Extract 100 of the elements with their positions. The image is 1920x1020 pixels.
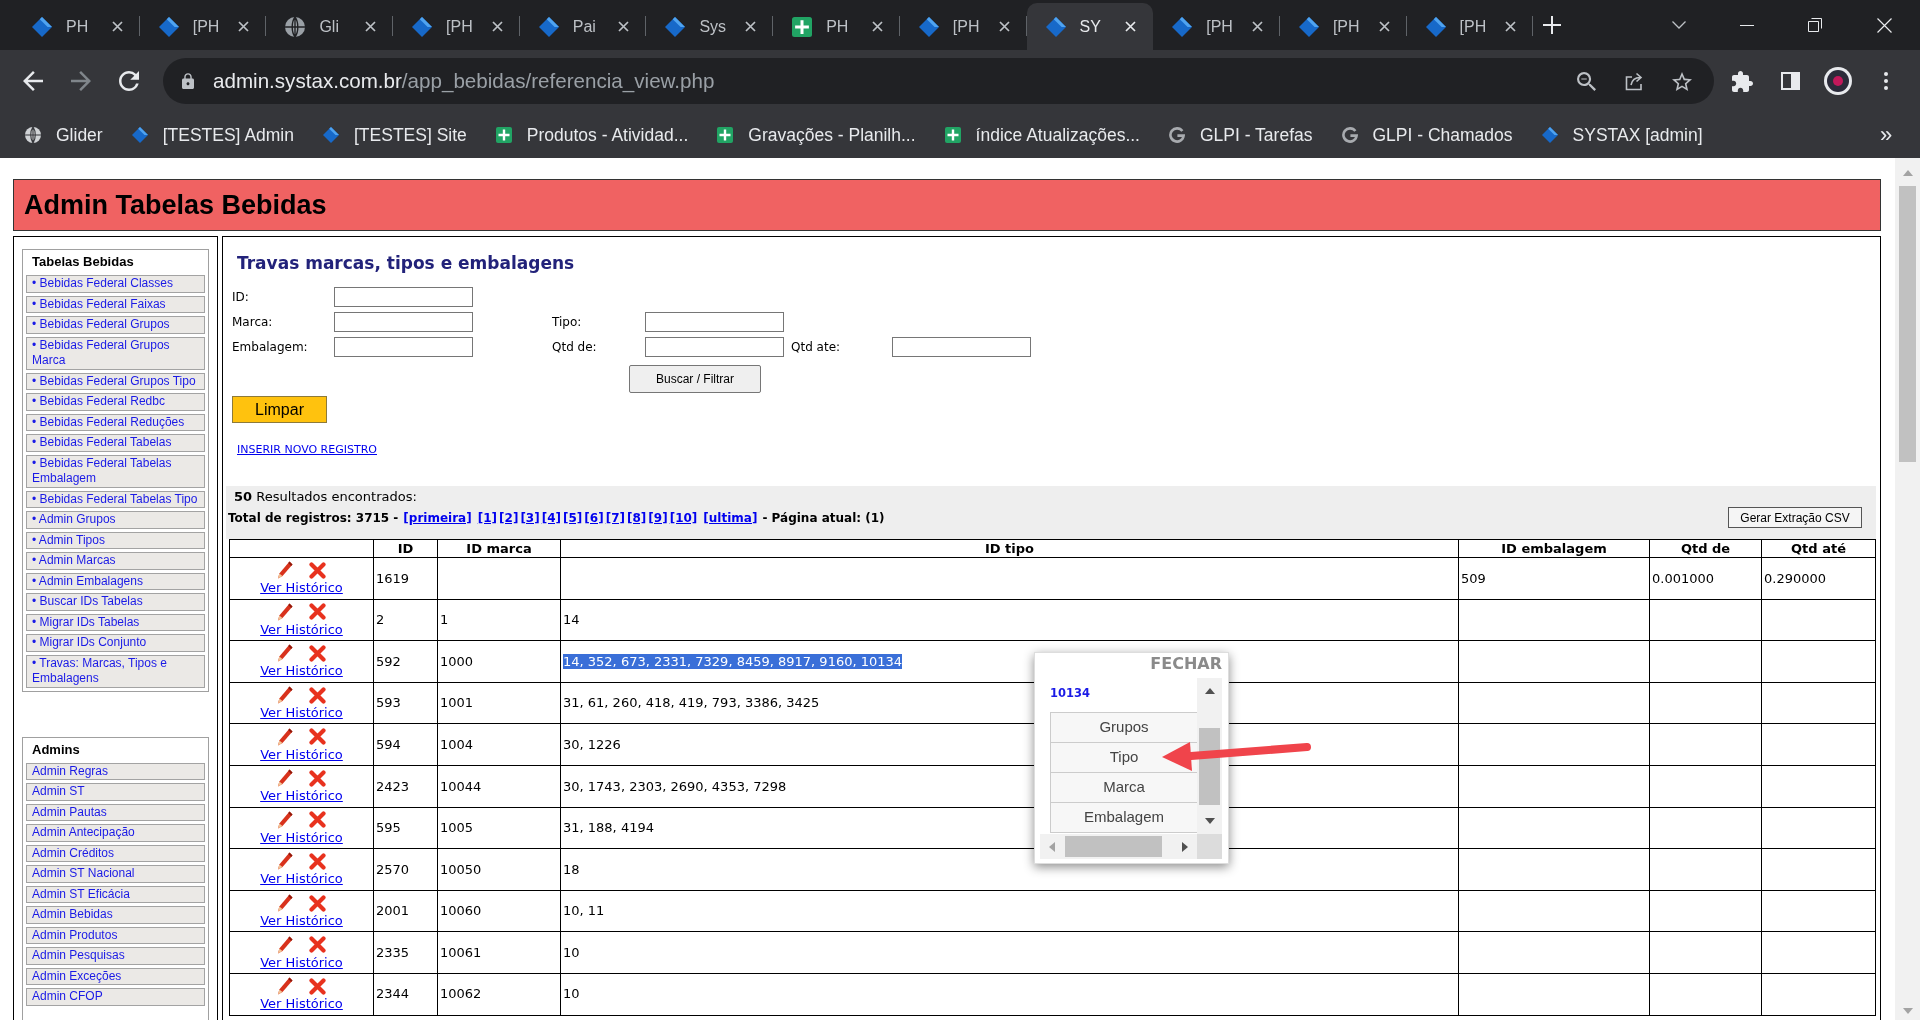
menu-link[interactable]: Admin CFOP — [26, 988, 205, 1006]
x-icon[interactable] — [309, 645, 326, 662]
up-arrow-icon[interactable] — [1204, 688, 1215, 694]
x-icon[interactable] — [309, 811, 326, 829]
page-link[interactable]: [8] — [626, 509, 648, 526]
option-item[interactable]: Marca — [1051, 773, 1197, 803]
browser-tab[interactable]: PH — [773, 3, 900, 50]
menu-link[interactable]: • Bebidas Federal Grupos Tipo — [26, 372, 205, 390]
menu-link[interactable]: Admin ST Nacional — [26, 865, 205, 883]
input-field[interactable] — [334, 312, 473, 332]
puzzle-piece-icon[interactable] — [1731, 70, 1753, 92]
x-icon[interactable] — [309, 728, 326, 746]
x-icon[interactable] — [309, 894, 326, 912]
bookmark[interactable]: GLPI - Chamados — [1341, 125, 1513, 145]
page-link[interactable]: [4] — [540, 509, 563, 526]
close-icon[interactable] — [618, 21, 630, 32]
share-icon[interactable] — [1624, 71, 1644, 91]
insert-record-link[interactable]: INSERIR NOVO REGISTRO — [237, 443, 377, 457]
page-link[interactable]: [5] — [562, 509, 584, 526]
browser-tab[interactable]: Gli — [266, 3, 394, 50]
x-icon[interactable] — [309, 686, 326, 704]
forward-arrow-icon[interactable] — [71, 71, 91, 91]
popup-scrollbar[interactable] — [1040, 834, 1197, 859]
right-arrow-icon[interactable] — [1182, 841, 1188, 852]
menu-link[interactable]: • Bebidas Federal Redbc — [26, 393, 205, 411]
menu-link[interactable]: • Bebidas Federal Tabelas Embalagem — [26, 454, 205, 488]
scrollbar-thumb[interactable] — [1065, 836, 1162, 857]
bookmark[interactable]: SYSTAX [admin] — [1541, 125, 1703, 145]
menu-link[interactable]: Admin Pesquisas — [26, 947, 205, 965]
side-panel-icon[interactable] — [1780, 72, 1800, 90]
menu-link[interactable]: • Travas: Marcas, Tipos e Embalagens — [26, 654, 205, 688]
close-icon[interactable] — [365, 21, 377, 32]
close-icon[interactable] — [745, 21, 757, 32]
menu-link[interactable]: • Bebidas Federal Tabelas Tipo — [26, 490, 205, 508]
x-icon[interactable] — [309, 603, 326, 621]
browser-tab[interactable]: SY — [1026, 3, 1154, 50]
input-field[interactable] — [645, 337, 784, 357]
menu-link[interactable]: • Bebidas Federal Classes — [26, 275, 205, 293]
lock-icon[interactable] — [182, 73, 194, 89]
reload-icon[interactable] — [119, 71, 139, 91]
bookmark[interactable]: Glider — [25, 125, 103, 145]
scrollbar-thumb[interactable] — [1899, 186, 1916, 462]
menu-link[interactable]: Admin Exceções — [26, 967, 205, 985]
menu-link[interactable]: Admin Produtos — [26, 926, 205, 944]
pencil-icon[interactable] — [277, 935, 293, 954]
restore-icon[interactable] — [1808, 18, 1822, 32]
zoom-out-icon[interactable] — [1576, 71, 1596, 91]
x-icon[interactable] — [309, 769, 326, 787]
search-filter-button[interactable]: Buscar / Filtrar — [629, 365, 761, 393]
page-scrollbar[interactable] — [1895, 158, 1920, 1020]
browser-tab[interactable]: Pai — [519, 3, 647, 50]
browser-tab[interactable]: Sys — [646, 3, 774, 50]
pencil-icon[interactable] — [277, 894, 293, 913]
pencil-icon[interactable] — [277, 852, 293, 871]
menu-link[interactable]: Admin Antecipação — [26, 824, 205, 842]
csv-export-button[interactable]: Gerar Extração CSV — [1728, 507, 1862, 528]
popup-scrollbar[interactable] — [1197, 678, 1222, 834]
close-icon[interactable] — [238, 21, 250, 32]
menu-link[interactable]: Admin ST Eficácia — [26, 885, 205, 903]
x-icon[interactable] — [309, 936, 326, 954]
address-bar[interactable]: admin.systax.com.br/app_bebidas/referencia_view.php — [163, 58, 1714, 104]
close-icon[interactable] — [1505, 21, 1517, 32]
browser-tab[interactable]: [PH — [1153, 3, 1280, 50]
bookmark[interactable]: Produtos - Atividad... — [495, 125, 689, 145]
pencil-icon[interactable] — [277, 561, 293, 580]
x-icon[interactable] — [309, 561, 326, 579]
browser-tab[interactable]: [PH — [899, 3, 1027, 50]
bookmark[interactable]: [TESTES] Site — [323, 125, 467, 145]
avatar-icon[interactable] — [1824, 67, 1852, 95]
pencil-icon[interactable] — [277, 686, 293, 705]
down-arrow-icon[interactable] — [1204, 818, 1215, 824]
input-field[interactable] — [334, 337, 473, 357]
menu-link[interactable]: Admin Pautas — [26, 803, 205, 821]
pencil-icon[interactable] — [277, 810, 293, 829]
close-icon[interactable] — [871, 21, 883, 32]
page-link[interactable]: [3] — [519, 509, 541, 526]
bookmark[interactable]: Gravações - Planilh... — [717, 125, 916, 145]
page-link[interactable]: [9] — [647, 509, 669, 526]
option-item[interactable]: Grupos — [1051, 713, 1197, 743]
kebab-menu-icon[interactable] — [1884, 72, 1888, 90]
close-icon[interactable] — [998, 21, 1010, 32]
pencil-icon[interactable] — [277, 602, 293, 621]
menu-link[interactable]: • Bebidas Federal Tabelas — [26, 434, 205, 452]
menu-link[interactable]: • Bebidas Federal Faixas — [26, 295, 205, 313]
input-field[interactable] — [892, 337, 1031, 357]
menu-link[interactable]: • Admin Grupos — [26, 511, 205, 529]
close-icon[interactable] — [1378, 21, 1390, 32]
pencil-icon[interactable] — [277, 644, 293, 663]
close-icon[interactable] — [111, 21, 123, 32]
menu-link[interactable]: • Migrar IDs Tabelas — [26, 613, 205, 631]
input-field[interactable] — [334, 287, 473, 307]
browser-tab[interactable]: [PH — [139, 3, 267, 50]
page-link[interactable]: [6] — [583, 509, 605, 526]
back-arrow-icon[interactable] — [23, 71, 43, 91]
close-icon[interactable] — [491, 21, 503, 32]
browser-tab[interactable]: [PH — [393, 3, 520, 50]
page-link[interactable]: [primeira] — [403, 509, 472, 526]
page-link[interactable]: [7] — [604, 509, 626, 526]
bookmark[interactable]: índice Atualizações... — [944, 125, 1140, 145]
new-tab-plus-icon[interactable] — [1543, 16, 1562, 34]
